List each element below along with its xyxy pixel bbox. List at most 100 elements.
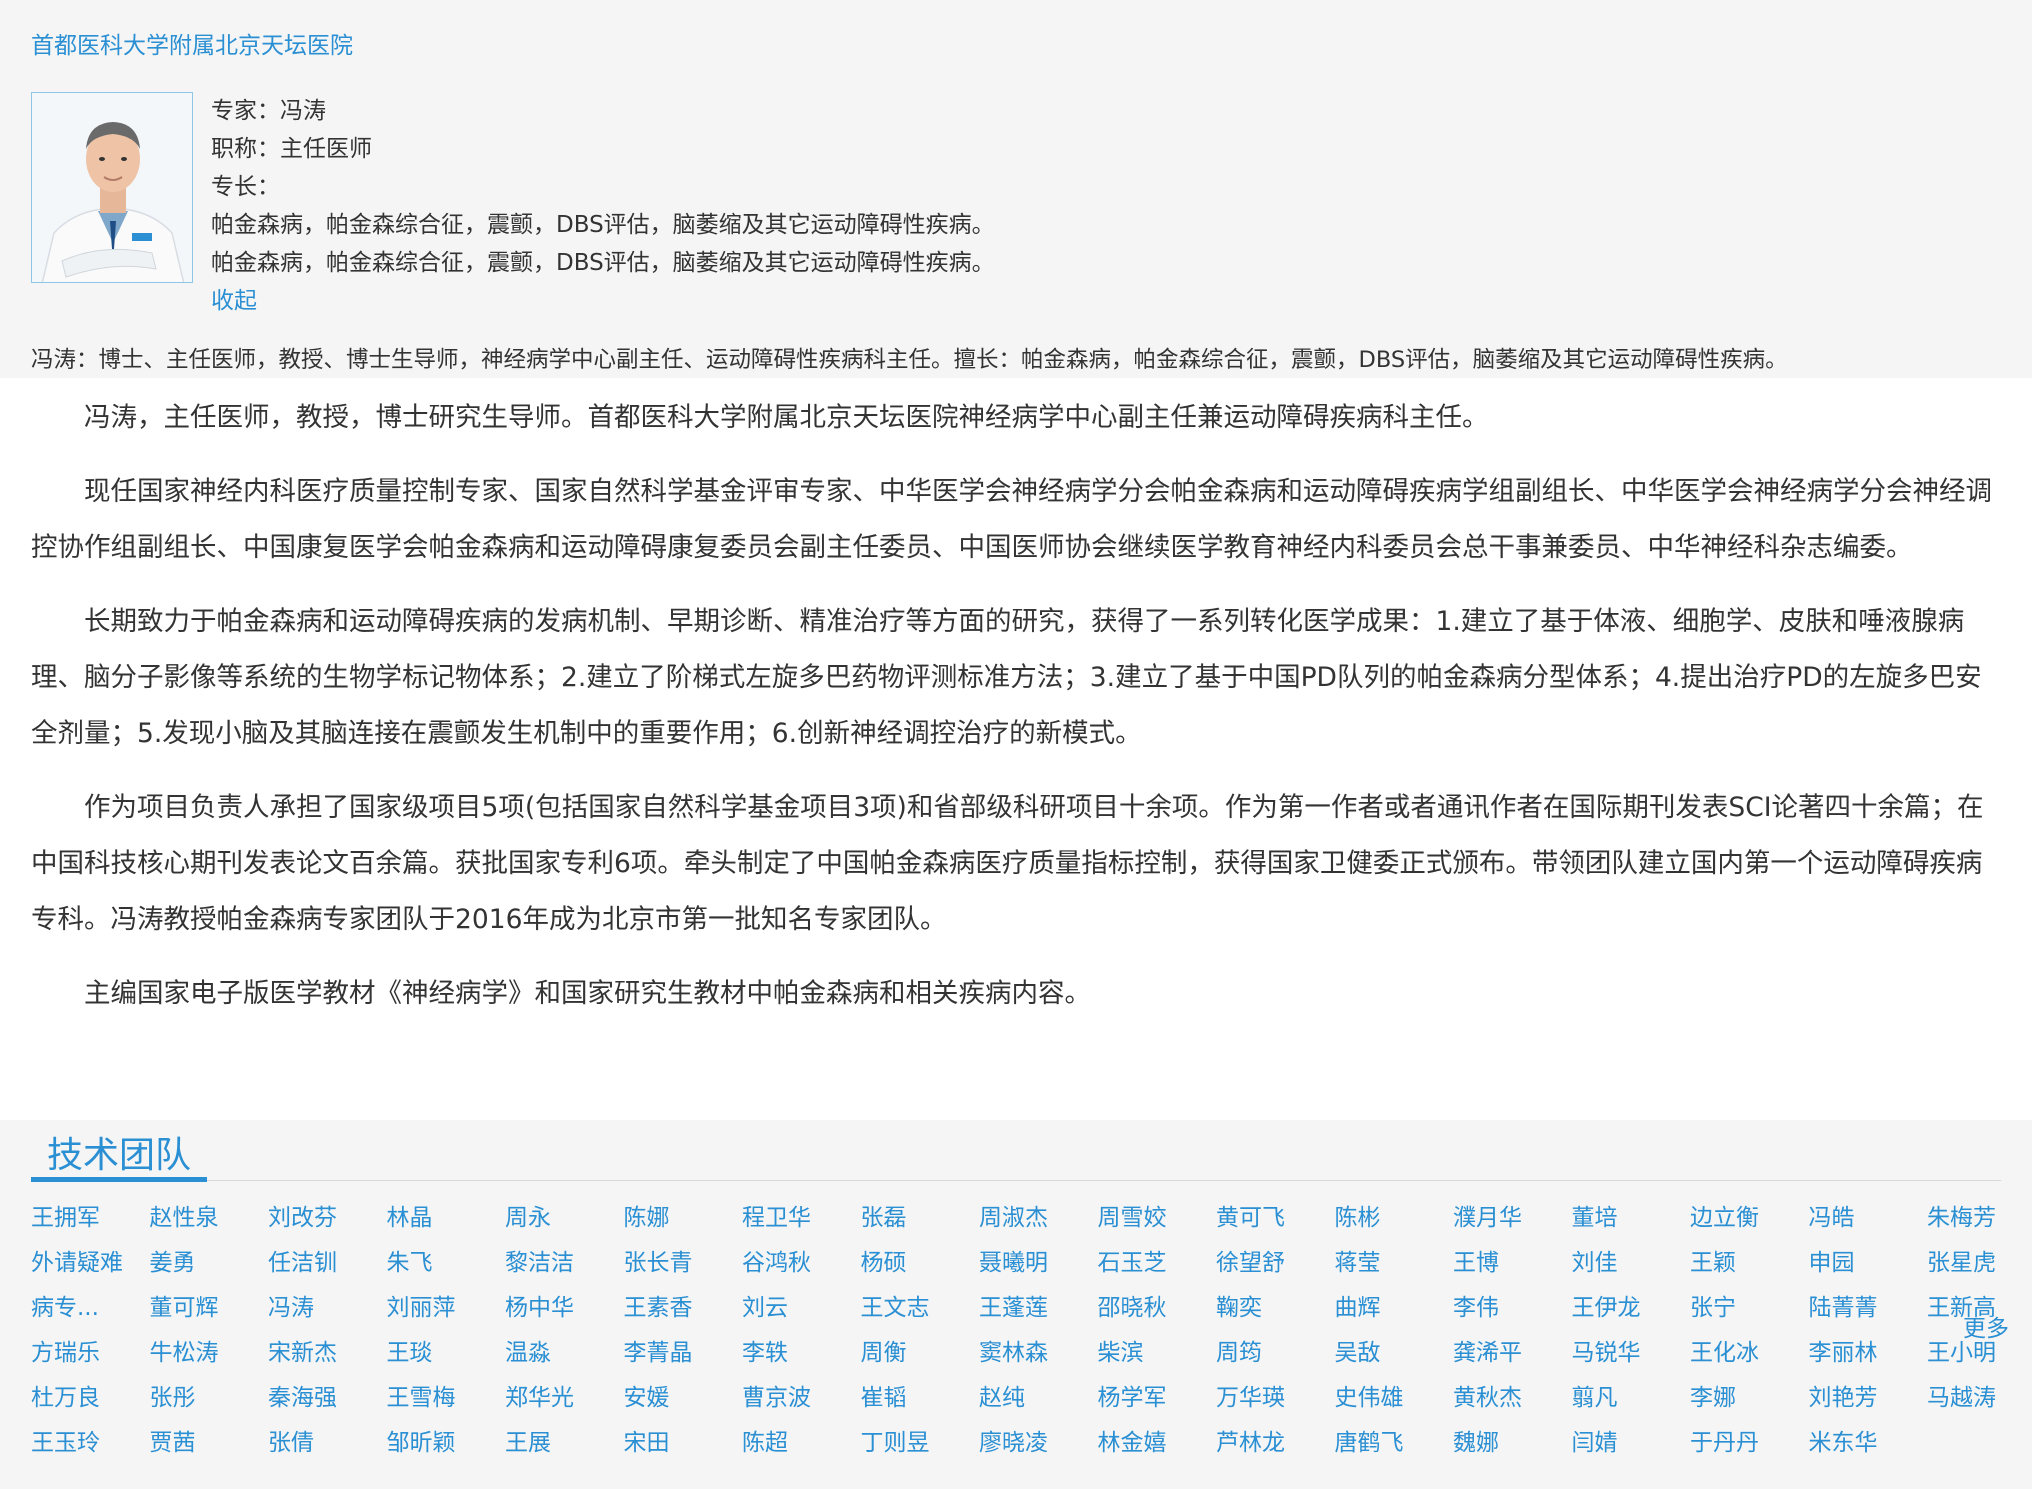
team-member-link[interactable]: 王素香	[624, 1293, 693, 1323]
team-member-link[interactable]: 王展	[505, 1428, 551, 1458]
collapse-link[interactable]: 收起	[211, 282, 995, 320]
team-member-link[interactable]: 姜勇	[150, 1248, 196, 1278]
team-member-link[interactable]: 杨硕	[861, 1248, 907, 1278]
team-member-link[interactable]: 周衡	[861, 1338, 907, 1368]
team-member-link[interactable]: 陈娜	[624, 1203, 670, 1233]
team-member-link[interactable]: 翦凡	[1572, 1383, 1618, 1413]
team-member-link[interactable]: 陈超	[742, 1428, 788, 1458]
team-member-link[interactable]: 周淑杰	[979, 1203, 1048, 1233]
team-member-link[interactable]: 吴敌	[1335, 1338, 1381, 1368]
team-member-link[interactable]: 濮月华	[1453, 1203, 1522, 1233]
team-member-link[interactable]: 徐望舒	[1216, 1248, 1285, 1278]
team-member-link[interactable]: 唐鹤飞	[1335, 1428, 1404, 1458]
team-member-link[interactable]: 张宁	[1690, 1293, 1736, 1323]
team-member-link[interactable]: 张长青	[624, 1248, 693, 1278]
team-member-link[interactable]: 冯涛	[268, 1293, 314, 1323]
team-member-link[interactable]: 赵性泉	[150, 1203, 219, 1233]
team-member-link[interactable]: 黎洁洁	[505, 1248, 574, 1278]
team-member-link[interactable]: 病专...	[31, 1293, 99, 1323]
team-member-link[interactable]: 赵纯	[979, 1383, 1025, 1413]
team-member-link[interactable]: 黄秋杰	[1453, 1383, 1522, 1413]
team-member-link[interactable]: 曹京波	[742, 1383, 811, 1413]
team-member-link[interactable]: 李轶	[742, 1338, 788, 1368]
team-member-link[interactable]: 朱飞	[387, 1248, 433, 1278]
team-member-link[interactable]: 龚浠平	[1453, 1338, 1522, 1368]
team-member-link[interactable]: 任洁钏	[268, 1248, 337, 1278]
team-member-link[interactable]: 林金嬉	[1098, 1428, 1167, 1458]
team-member-link[interactable]: 柴滨	[1098, 1338, 1144, 1368]
team-member-link[interactable]: 邵晓秋	[1098, 1293, 1167, 1323]
team-member-link[interactable]: 周永	[505, 1203, 551, 1233]
team-member-link[interactable]: 安媛	[624, 1383, 670, 1413]
team-member-link[interactable]: 边立衡	[1690, 1203, 1759, 1233]
team-member-link[interactable]: 周雪姣	[1098, 1203, 1167, 1233]
team-member-link[interactable]: 马锐华	[1572, 1338, 1641, 1368]
team-member-link[interactable]: 窦林森	[979, 1338, 1048, 1368]
team-member-link[interactable]: 李伟	[1453, 1293, 1499, 1323]
team-member-link[interactable]: 陈彬	[1335, 1203, 1381, 1233]
team-member-link[interactable]: 廖晓凌	[979, 1428, 1048, 1458]
team-member-link[interactable]: 刘云	[742, 1293, 788, 1323]
team-member-link[interactable]: 王伊龙	[1572, 1293, 1641, 1323]
team-member-link[interactable]: 邹昕颖	[387, 1428, 456, 1458]
team-member-link[interactable]: 谷鸿秋	[742, 1248, 811, 1278]
team-member-link[interactable]: 曲辉	[1335, 1293, 1381, 1323]
team-member-link[interactable]: 丁则昱	[861, 1428, 930, 1458]
team-member-link[interactable]: 芦林龙	[1216, 1428, 1285, 1458]
team-member-link[interactable]: 王文志	[861, 1293, 930, 1323]
team-member-link[interactable]: 林晶	[387, 1203, 433, 1233]
team-member-link[interactable]: 刘佳	[1572, 1248, 1618, 1278]
hospital-link[interactable]: 首都医科大学附属北京天坛医院	[31, 26, 2001, 66]
team-member-link[interactable]: 米东华	[1809, 1428, 1878, 1458]
team-member-link[interactable]: 申园	[1809, 1248, 1855, 1278]
team-member-link[interactable]: 崔韬	[861, 1383, 907, 1413]
team-member-link[interactable]: 王颖	[1690, 1248, 1736, 1278]
team-member-link[interactable]: 宋田	[624, 1428, 670, 1458]
team-member-link[interactable]: 董培	[1572, 1203, 1618, 1233]
team-member-link[interactable]: 郑华光	[505, 1383, 574, 1413]
team-member-link[interactable]: 冯皓	[1809, 1203, 1855, 1233]
team-member-link[interactable]: 王拥军	[31, 1203, 100, 1233]
team-member-link[interactable]: 张倩	[268, 1428, 314, 1458]
team-member-link[interactable]: 贾茜	[150, 1428, 196, 1458]
team-member-link[interactable]: 于丹丹	[1690, 1428, 1759, 1458]
team-member-link[interactable]: 刘丽萍	[387, 1293, 456, 1323]
team-member-link[interactable]: 方瑞乐	[31, 1338, 100, 1368]
team-member-link[interactable]: 秦海强	[268, 1383, 337, 1413]
team-member-link[interactable]: 史伟雄	[1335, 1383, 1404, 1413]
team-member-link[interactable]: 万华瑛	[1216, 1383, 1285, 1413]
team-member-link[interactable]: 李菁晶	[624, 1338, 693, 1368]
team-member-link[interactable]: 王化冰	[1690, 1338, 1759, 1368]
team-member-link[interactable]: 黄可飞	[1216, 1203, 1285, 1233]
team-member-link[interactable]: 王玉玲	[31, 1428, 100, 1458]
team-member-link[interactable]: 王雪梅	[387, 1383, 456, 1413]
team-member-link[interactable]: 温淼	[505, 1338, 551, 1368]
team-member-link[interactable]: 陆菁菁	[1809, 1293, 1878, 1323]
team-member-link[interactable]: 牛松涛	[150, 1338, 219, 1368]
team-member-link[interactable]: 刘艳芳	[1809, 1383, 1878, 1413]
team-member-link[interactable]: 鞠奕	[1216, 1293, 1262, 1323]
team-member-link[interactable]: 董可辉	[150, 1293, 219, 1323]
team-member-link[interactable]: 李丽林	[1809, 1338, 1878, 1368]
team-member-link[interactable]: 石玉芝	[1098, 1248, 1167, 1278]
team-member-link[interactable]: 张彤	[150, 1383, 196, 1413]
team-member-link[interactable]: 马越涛	[1927, 1383, 1996, 1413]
team-member-link[interactable]: 杨中华	[505, 1293, 574, 1323]
team-member-link[interactable]: 王琰	[387, 1338, 433, 1368]
team-member-link[interactable]: 王蓬莲	[979, 1293, 1048, 1323]
team-member-link[interactable]: 魏娜	[1453, 1428, 1499, 1458]
team-member-link[interactable]: 杜万良	[31, 1383, 100, 1413]
team-member-link[interactable]: 刘改芬	[268, 1203, 337, 1233]
team-member-link[interactable]: 张星虎	[1927, 1248, 1996, 1278]
team-member-link[interactable]: 宋新杰	[268, 1338, 337, 1368]
team-member-link[interactable]: 朱梅芳	[1927, 1203, 1996, 1233]
team-member-link[interactable]: 张磊	[861, 1203, 907, 1233]
team-member-link[interactable]: 王博	[1453, 1248, 1499, 1278]
team-member-link[interactable]: 聂曦明	[979, 1248, 1048, 1278]
more-link[interactable]: 更多	[1963, 1309, 2009, 1343]
team-member-link[interactable]: 闫婧	[1572, 1428, 1618, 1458]
team-member-link[interactable]: 蒋莹	[1335, 1248, 1381, 1278]
team-member-link[interactable]: 李娜	[1690, 1383, 1736, 1413]
team-member-link[interactable]: 杨学军	[1098, 1383, 1167, 1413]
team-member-link[interactable]: 外请疑难	[31, 1248, 123, 1278]
